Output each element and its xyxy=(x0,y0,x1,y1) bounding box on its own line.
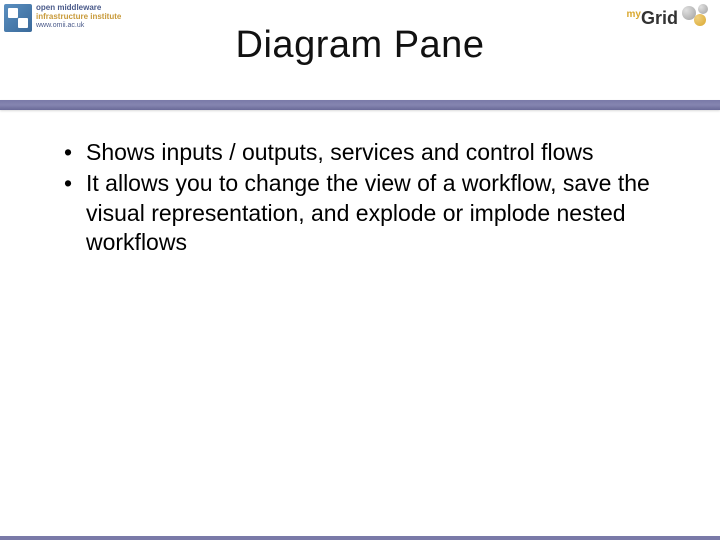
bullet-item: It allows you to change the view of a wo… xyxy=(50,169,670,257)
bullet-list: Shows inputs / outputs, services and con… xyxy=(50,138,670,258)
mygrid-logo-text: myGrid xyxy=(627,8,678,29)
header-divider xyxy=(0,100,720,110)
logo-line-2: infrastructure institute xyxy=(36,13,121,22)
cog-icon xyxy=(694,14,706,26)
omii-logo-text: open middleware infrastructure institute… xyxy=(36,4,121,29)
omii-logo-icon xyxy=(4,4,32,32)
omii-logo: open middleware infrastructure institute… xyxy=(4,4,121,32)
mygrid-main: Grid xyxy=(641,8,678,28)
bullet-item: Shows inputs / outputs, services and con… xyxy=(50,138,670,167)
mygrid-logo: myGrid xyxy=(627,4,712,32)
slide-header: open middleware infrastructure institute… xyxy=(0,0,720,100)
mygrid-prefix: my xyxy=(627,9,641,20)
cog-cluster-icon xyxy=(680,4,712,32)
cog-icon xyxy=(698,4,708,14)
footer-bar xyxy=(0,536,720,540)
logo-line-3: www.omii.ac.uk xyxy=(36,22,121,30)
slide-content: Shows inputs / outputs, services and con… xyxy=(0,110,720,280)
